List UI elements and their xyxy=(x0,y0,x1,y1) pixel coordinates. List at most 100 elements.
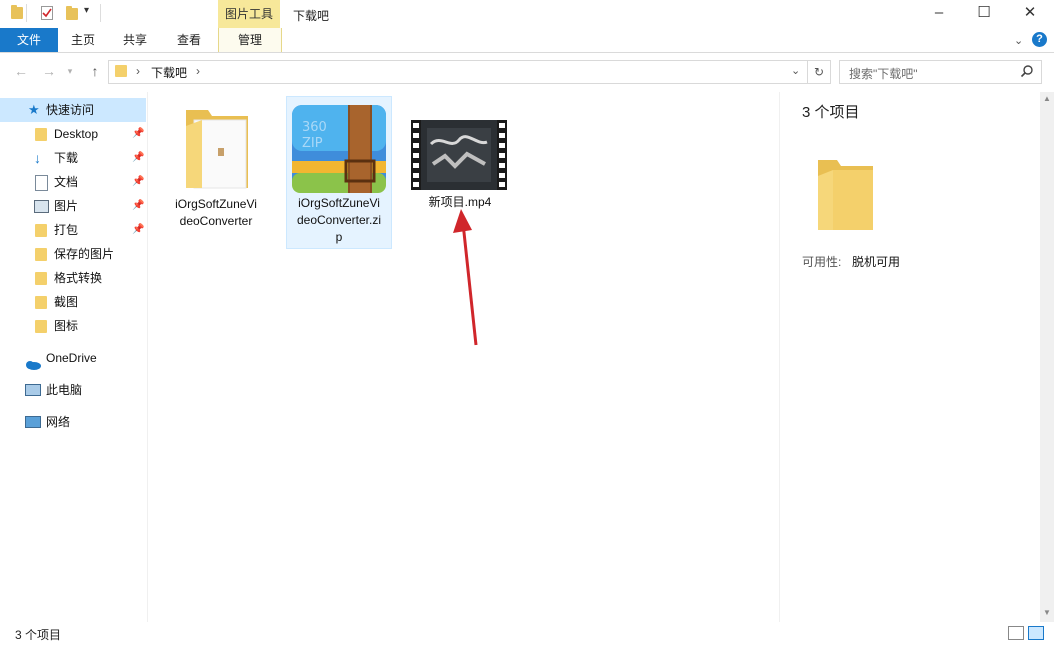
video-file-icon xyxy=(411,120,507,190)
folder-icon xyxy=(35,272,47,285)
zip-thumb-text: 360 xyxy=(302,120,327,135)
sidebar-item-screenshots[interactable]: 截图 xyxy=(0,290,146,314)
network-icon xyxy=(25,416,41,428)
file-item-folder[interactable]: iOrgSoftZuneVi deoConverter xyxy=(168,100,264,240)
details-view-icon[interactable] xyxy=(1008,626,1024,640)
sidebar-item-network[interactable]: 网络 xyxy=(0,410,146,434)
sidebar-item-pack[interactable]: 打包 📌 xyxy=(0,218,146,242)
folder-icon xyxy=(35,320,47,333)
picture-tools-context-title: 图片工具 xyxy=(218,0,280,28)
sidebar-item-label: Desktop xyxy=(54,127,99,141)
document-icon xyxy=(35,175,48,191)
availability-label: 可用性: xyxy=(802,255,842,269)
search-icon[interactable] xyxy=(1020,64,1034,81)
sidebar-item-desktop[interactable]: Desktop 📌 xyxy=(0,122,146,146)
customize-quick-access-icon[interactable]: ▾ xyxy=(84,5,89,16)
folder-icon xyxy=(186,110,248,189)
sidebar-item-label: 格式转换 xyxy=(54,271,103,285)
sidebar-item-label: 截图 xyxy=(54,295,79,309)
tab-file[interactable]: 文件 xyxy=(0,28,58,52)
sidebar-item-label: 网络 xyxy=(46,415,71,429)
help-icon[interactable]: ? xyxy=(1032,32,1047,47)
file-name: iOrgSoftZuneVi deoConverter.zi p xyxy=(296,196,382,244)
sidebar-item-label: 保存的图片 xyxy=(54,247,115,261)
sidebar-item-onedrive[interactable]: OneDrive xyxy=(0,346,146,370)
pin-icon[interactable]: 📌 xyxy=(132,170,144,194)
folder-icon xyxy=(35,296,47,309)
chevron-right-icon[interactable]: › xyxy=(136,64,140,78)
sidebar-item-icons[interactable]: 图标 xyxy=(0,314,146,338)
sidebar-divider xyxy=(147,92,148,622)
close-button[interactable]: ✕ xyxy=(1007,0,1053,28)
refresh-button[interactable]: ↻ xyxy=(807,60,831,84)
sidebar-item-label: 图标 xyxy=(54,319,79,333)
sidebar-item-pictures[interactable]: 图片 📌 xyxy=(0,194,146,218)
pin-icon[interactable]: 📌 xyxy=(132,194,144,218)
title-bar xyxy=(0,0,1054,28)
pin-icon[interactable]: 📌 xyxy=(132,122,144,146)
download-icon: ↓ xyxy=(34,150,41,166)
status-bar xyxy=(0,622,1054,645)
separator xyxy=(26,4,27,22)
separator xyxy=(100,4,101,22)
tab-share[interactable]: 共享 xyxy=(118,28,152,52)
search-placeholder: 搜索"下载吧" xyxy=(849,67,918,81)
sidebar-item-label: 打包 xyxy=(54,223,79,237)
address-bar[interactable]: › 下载吧 › ⌄ xyxy=(108,60,808,84)
star-icon: ★ xyxy=(28,102,40,117)
folder-icon xyxy=(35,128,47,141)
sidebar-item-label: OneDrive xyxy=(46,351,97,365)
status-item-count: 3 个项目 xyxy=(15,628,62,642)
breadcrumb-current[interactable]: 下载吧 xyxy=(151,64,187,81)
details-item-count: 3 个项目 xyxy=(802,104,860,121)
sidebar-item-saved-pictures[interactable]: 保存的图片 xyxy=(0,242,146,266)
folder-icon xyxy=(115,65,127,77)
cloud-icon xyxy=(24,354,42,378)
sidebar-item-this-pc[interactable]: 此电脑 xyxy=(0,378,146,402)
address-dropdown-icon[interactable]: ⌄ xyxy=(791,64,800,77)
scroll-up-icon[interactable]: ▲ xyxy=(1043,94,1051,103)
recent-locations-icon[interactable]: ▾ xyxy=(64,61,76,81)
minimize-button[interactable]: – xyxy=(916,0,962,28)
sidebar-item-label: 图片 xyxy=(54,199,79,213)
pin-icon[interactable]: 📌 xyxy=(132,146,144,170)
new-folder-icon[interactable] xyxy=(66,6,78,20)
vertical-scrollbar[interactable]: ▲ ▼ xyxy=(1040,92,1054,622)
maximize-button[interactable]: ☐ xyxy=(961,0,1007,28)
sidebar-item-documents[interactable]: 文档 📌 xyxy=(0,170,146,194)
tab-home[interactable]: 主页 xyxy=(66,28,100,52)
sidebar-item-label: 此电脑 xyxy=(46,383,83,397)
search-input[interactable]: 搜索"下载吧" xyxy=(839,60,1042,84)
tab-manage[interactable]: 管理 xyxy=(218,28,282,52)
sidebar-item-label: 文档 xyxy=(54,175,79,189)
folder-icon xyxy=(818,160,873,230)
pin-icon[interactable]: 📌 xyxy=(132,218,144,242)
file-item-zip[interactable]: 360 ZIP iOrgSoftZuneVi deoConverter.zi p xyxy=(286,96,392,249)
sidebar-item-quick-access[interactable]: ★ 快速访问 xyxy=(0,98,146,122)
folder-icon xyxy=(35,224,47,237)
availability-value: 脱机可用 xyxy=(852,255,901,269)
chevron-right-icon[interactable]: › xyxy=(196,64,200,78)
scroll-down-icon[interactable]: ▼ xyxy=(1043,608,1051,617)
svg-text:ZIP: ZIP xyxy=(302,136,323,151)
sidebar-item-label: 下载 xyxy=(54,151,79,165)
details-pane-divider xyxy=(779,92,780,622)
properties-icon[interactable] xyxy=(41,6,53,20)
sidebar-item-label: 快速访问 xyxy=(46,103,95,117)
folder-icon xyxy=(11,5,23,19)
forward-button[interactable]: → xyxy=(40,61,58,81)
computer-icon xyxy=(25,384,41,396)
folder-icon xyxy=(35,248,47,261)
ribbon-expand-icon[interactable]: ⌄ xyxy=(1014,34,1023,47)
back-button[interactable]: ← xyxy=(12,61,30,81)
pictures-icon xyxy=(34,200,49,213)
window-title: 下载吧 xyxy=(293,9,330,23)
sidebar-item-downloads[interactable]: ↓ 下载 📌 xyxy=(0,146,146,170)
up-button[interactable]: ↑ xyxy=(86,61,104,81)
file-item-video[interactable]: 新项目.mp4 xyxy=(408,100,512,220)
file-name: iOrgSoftZuneVi deoConverter xyxy=(175,197,257,228)
tab-view[interactable]: 查看 xyxy=(172,28,206,52)
zip-archive-icon: 360 ZIP xyxy=(292,105,386,193)
sidebar-item-format-conversion[interactable]: 格式转换 xyxy=(0,266,146,290)
large-icons-view-icon[interactable] xyxy=(1028,626,1044,640)
